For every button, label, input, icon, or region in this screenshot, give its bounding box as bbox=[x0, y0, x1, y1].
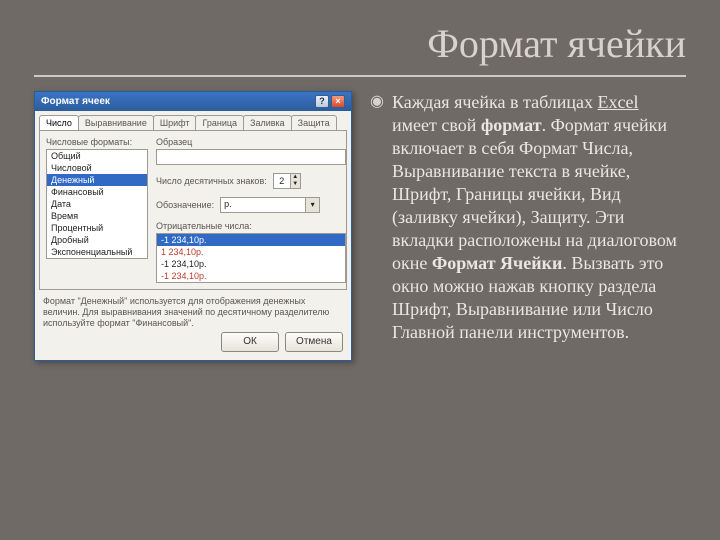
list-item[interactable]: Общий bbox=[47, 150, 147, 162]
title-rule bbox=[34, 75, 686, 77]
ok-button[interactable]: ОК bbox=[221, 332, 279, 352]
negatives-list[interactable]: -1 234,10р. 1 234,10р. -1 234,10р. -1 23… bbox=[156, 233, 346, 283]
chevron-down-icon[interactable]: ▼ bbox=[290, 181, 300, 188]
decimals-spinner[interactable]: 2 ▲▼ bbox=[273, 173, 301, 189]
tab-font[interactable]: Шрифт bbox=[153, 115, 197, 130]
list-item[interactable]: 1 234,10р. bbox=[157, 246, 345, 258]
chevron-down-icon[interactable]: ▾ bbox=[305, 198, 319, 212]
decimals-label: Число десятичных знаков: bbox=[156, 176, 267, 186]
tab-panel: Числовые форматы: Общий Числовой Денежны… bbox=[39, 130, 347, 290]
cancel-button[interactable]: Отмена bbox=[285, 332, 343, 352]
dialog-titlebar[interactable]: Формат ячеек ? × bbox=[35, 92, 351, 111]
decimals-value: 2 bbox=[274, 174, 290, 188]
symbol-value: р. bbox=[221, 198, 305, 212]
list-item[interactable]: Процентный bbox=[47, 222, 147, 234]
sample-label: Образец bbox=[156, 137, 346, 147]
close-button[interactable]: × bbox=[331, 95, 345, 108]
bullet-icon: ◉ bbox=[370, 91, 384, 344]
tab-number[interactable]: Число bbox=[39, 115, 79, 130]
number-formats-list[interactable]: Общий Числовой Денежный Финансовый Дата … bbox=[46, 149, 148, 259]
tab-border[interactable]: Граница bbox=[195, 115, 244, 130]
currency-symbol-combo[interactable]: р. ▾ bbox=[220, 197, 320, 213]
format-description: Формат "Денежный" используется для отобр… bbox=[43, 296, 343, 326]
sample-box bbox=[156, 149, 346, 165]
page-title: Формат ячейки bbox=[34, 20, 686, 67]
body-paragraph: Каждая ячейка в таблицах Excel имеет сво… bbox=[392, 91, 686, 344]
list-item[interactable]: Числовой bbox=[47, 162, 147, 174]
formats-label: Числовые форматы: bbox=[46, 137, 148, 147]
tab-fill[interactable]: Заливка bbox=[243, 115, 292, 130]
symbol-label: Обозначение: bbox=[156, 200, 214, 210]
list-item[interactable]: Дата bbox=[47, 198, 147, 210]
list-item[interactable]: Денежный bbox=[47, 174, 147, 186]
tab-protection[interactable]: Защита bbox=[291, 115, 337, 130]
format-cells-dialog: Формат ячеек ? × Число Выравнивание Шриф… bbox=[34, 91, 352, 361]
list-item[interactable]: Текстовый bbox=[47, 258, 147, 259]
list-item[interactable]: -1 234,10р. bbox=[157, 234, 345, 246]
tab-alignment[interactable]: Выравнивание bbox=[78, 115, 154, 130]
tab-strip: Число Выравнивание Шрифт Граница Заливка… bbox=[35, 111, 351, 130]
list-item[interactable]: -1 234,10р. bbox=[157, 258, 345, 270]
negatives-label: Отрицательные числа: bbox=[156, 221, 346, 231]
list-item[interactable]: Экспоненциальный bbox=[47, 246, 147, 258]
dialog-title: Формат ячеек bbox=[41, 96, 110, 107]
help-button[interactable]: ? bbox=[315, 95, 329, 108]
list-item[interactable]: Дробный bbox=[47, 234, 147, 246]
list-item[interactable]: Время bbox=[47, 210, 147, 222]
chevron-up-icon[interactable]: ▲ bbox=[290, 174, 300, 181]
list-item[interactable]: -1 234,10р. bbox=[157, 270, 345, 282]
list-item[interactable]: Финансовый bbox=[47, 186, 147, 198]
